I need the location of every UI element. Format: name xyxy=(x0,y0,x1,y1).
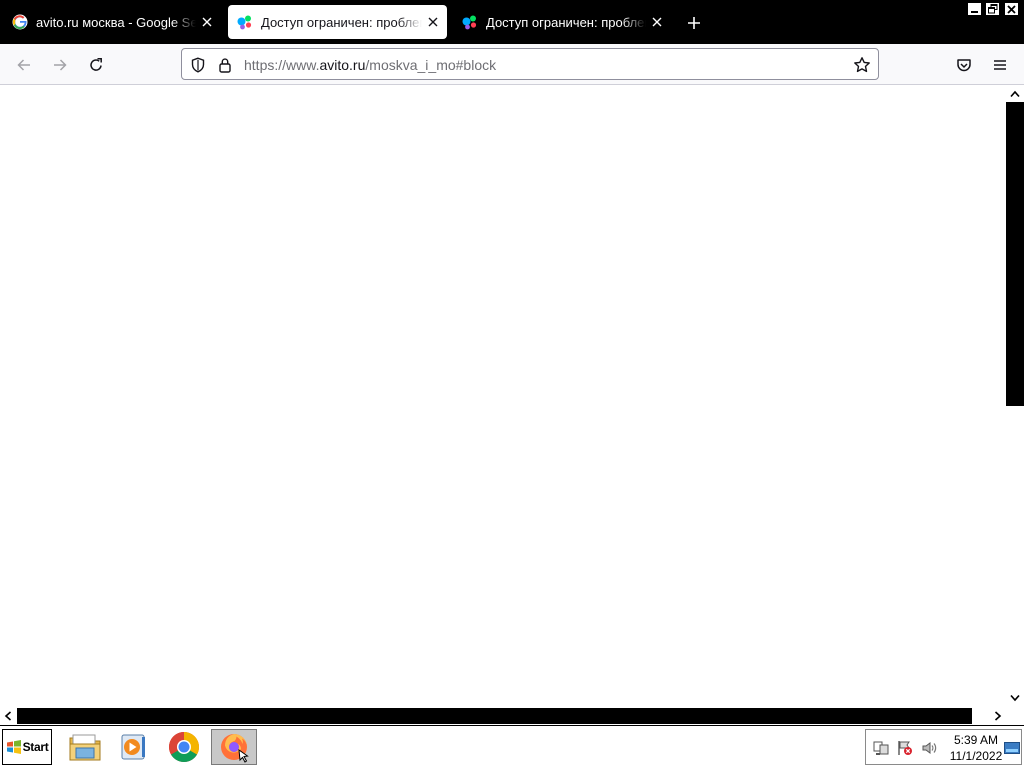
tab-google-search[interactable]: avito.ru москва - Google Search xyxy=(3,5,221,39)
scroll-left-arrow-icon[interactable] xyxy=(0,707,16,725)
network-icon[interactable] xyxy=(872,740,890,756)
window-close-button[interactable] xyxy=(1004,2,1019,16)
url-path: /moskva_i_mo#block xyxy=(365,57,497,73)
vertical-scroll-thumb[interactable] xyxy=(1006,102,1024,406)
url-domain: avito.ru xyxy=(319,57,366,73)
url-prefix: https://www. xyxy=(244,57,320,73)
taskbar-explorer-button[interactable] xyxy=(62,729,108,765)
volume-icon[interactable] xyxy=(920,740,938,756)
horizontal-scrollbar[interactable] xyxy=(0,707,1006,725)
start-button[interactable]: Start xyxy=(2,729,52,765)
media-player-icon xyxy=(121,734,145,760)
tracking-protection-shield-icon[interactable] xyxy=(189,56,207,74)
new-tab-button[interactable] xyxy=(683,12,705,34)
tab-avito[interactable]: Доступ ограничен: проблема с IP xyxy=(453,5,671,39)
back-button[interactable] xyxy=(11,52,37,78)
tab-title: Доступ ограничен: проблема с IP xyxy=(261,14,422,30)
taskbar-firefox-button[interactable] xyxy=(211,729,257,765)
arrow-left-icon xyxy=(17,59,30,71)
avito-icon xyxy=(237,14,253,30)
restore-button[interactable] xyxy=(985,2,1000,16)
tab-title: avito.ru москва - Google Search xyxy=(36,14,196,30)
plus-icon xyxy=(688,17,700,29)
firefox-icon xyxy=(221,734,249,763)
google-icon xyxy=(12,14,28,30)
arrow-right-icon xyxy=(54,59,67,71)
reload-icon xyxy=(90,58,102,71)
close-icon xyxy=(1007,4,1016,14)
close-icon[interactable] xyxy=(199,14,215,30)
close-icon[interactable] xyxy=(649,14,665,30)
lock-icon[interactable] xyxy=(217,56,233,74)
hamburger-menu-icon xyxy=(994,60,1006,70)
scroll-down-arrow-icon[interactable] xyxy=(1006,691,1024,705)
scroll-right-arrow-icon[interactable] xyxy=(990,707,1006,725)
reload-button[interactable] xyxy=(83,52,109,78)
vertical-scrollbar[interactable] xyxy=(1006,85,1024,707)
minimize-icon xyxy=(971,10,978,13)
tab-avito-active[interactable]: Доступ ограничен: проблема с IP xyxy=(228,5,447,39)
show-desktop-icon[interactable] xyxy=(1004,741,1020,755)
taskbar-chrome-button[interactable] xyxy=(161,729,207,765)
page-content-area[interactable] xyxy=(0,85,1006,707)
avito-icon xyxy=(462,14,478,30)
action-center-flag-icon[interactable] xyxy=(896,740,914,756)
clock-time[interactable]: 5:39 AM xyxy=(946,733,1006,747)
navigation-toolbar: https://www.avito.ru/moskva_i_mo#block xyxy=(0,44,1024,85)
restore-icon xyxy=(987,4,997,14)
app-menu-button[interactable] xyxy=(987,52,1013,78)
minimize-button[interactable] xyxy=(967,2,982,16)
windows-logo-icon xyxy=(6,740,21,754)
pocket-button[interactable] xyxy=(951,52,977,78)
url-bar[interactable]: https://www.avito.ru/moskva_i_mo#block xyxy=(181,48,879,80)
tab-strip: avito.ru москва - Google Search Доступ о… xyxy=(0,0,1024,44)
close-icon[interactable] xyxy=(425,14,441,30)
bookmark-star-icon[interactable] xyxy=(852,55,872,75)
horizontal-scroll-thumb[interactable] xyxy=(17,708,972,724)
pocket-icon xyxy=(957,59,971,72)
clock-date[interactable]: 11/1/2022 xyxy=(944,749,1008,763)
chrome-icon xyxy=(168,732,200,763)
taskbar: Start 5:39 AM 11/1/2022 xyxy=(0,725,1024,768)
url-text[interactable]: https://www.avito.ru/moskva_i_mo#block xyxy=(244,57,496,73)
tab-title: Доступ ограничен: проблема с IP xyxy=(486,14,646,30)
scroll-up-arrow-icon[interactable] xyxy=(1006,87,1024,101)
system-tray: 5:39 AM 11/1/2022 xyxy=(865,729,1022,765)
explorer-icon xyxy=(69,734,101,761)
taskbar-media-player-button[interactable] xyxy=(110,729,156,765)
forward-button[interactable] xyxy=(47,52,73,78)
start-label: Start xyxy=(22,740,49,754)
